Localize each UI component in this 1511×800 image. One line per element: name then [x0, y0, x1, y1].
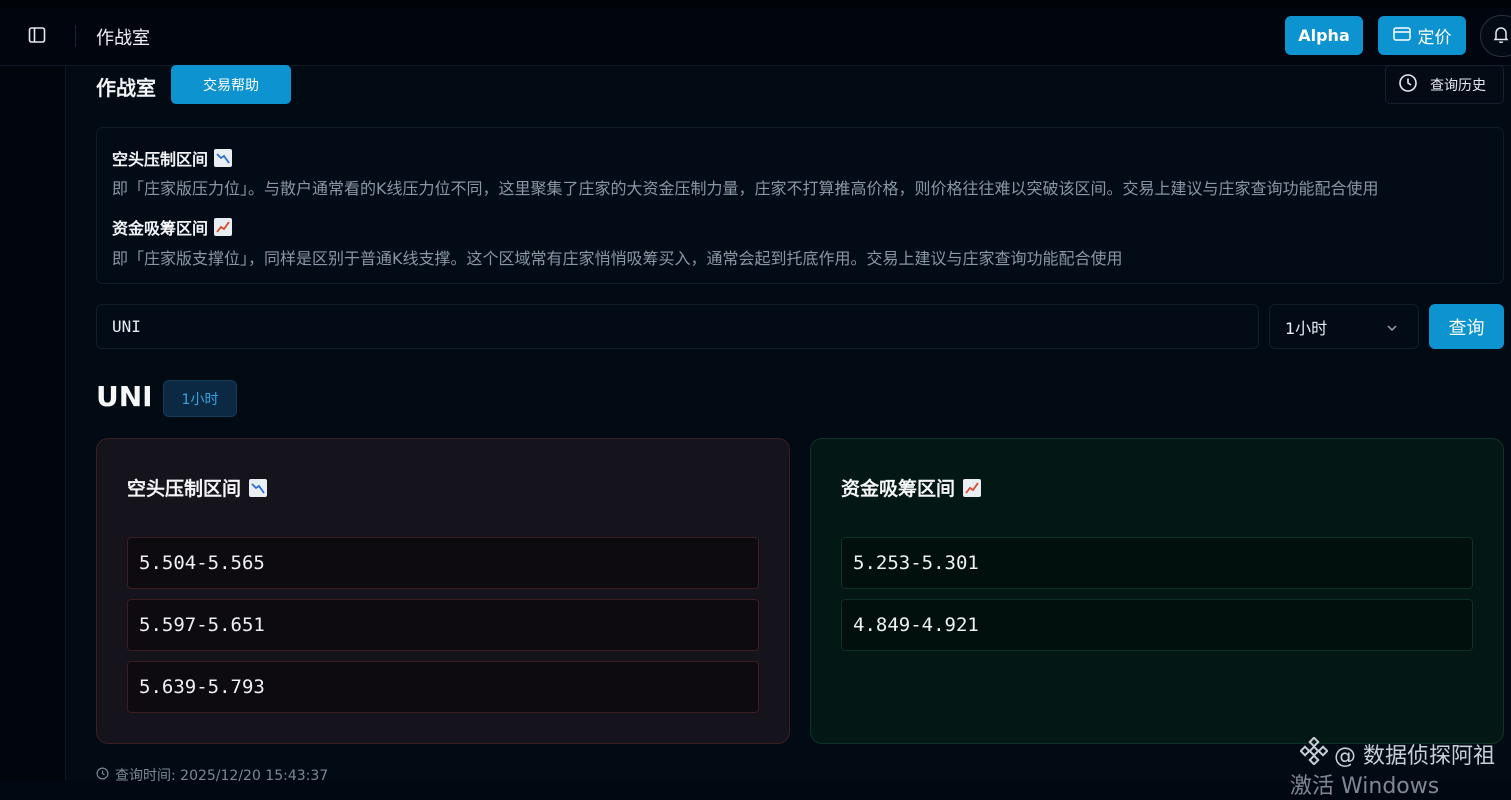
alpha-button[interactable]: Alpha [1285, 16, 1363, 55]
sidebar-toggle-icon[interactable] [26, 24, 48, 46]
query-button[interactable]: 查询 [1429, 304, 1504, 349]
resistance-info-title-text: 空头压制区间 [112, 150, 209, 169]
result-symbol: UNI [96, 380, 153, 413]
resistance-zone: 5.639-5.793 [127, 661, 759, 713]
bell-icon [1493, 26, 1509, 47]
resistance-zone: 5.597-5.651 [127, 599, 759, 651]
interval-select[interactable]: 1小时 [1269, 304, 1419, 349]
support-info-desc: 即「庄家版支撑位」，同样是区别于普通K线支撑。这个区域常有庄家悄悄吸筹买入，通常… [112, 249, 1123, 268]
interval-badge: 1小时 [163, 380, 237, 417]
chevron-down-icon [1386, 319, 1398, 338]
query-time-text: 查询时间: 2025/12/20 15:43:37 [115, 768, 329, 784]
support-info-title-text: 资金吸筹区间 [112, 219, 209, 238]
support-card-title-text: 资金吸筹区间 [841, 478, 956, 500]
resistance-zone: 5.504-5.565 [127, 537, 759, 589]
notification-button[interactable] [1480, 15, 1511, 57]
resistance-card-title: 空头压制区间 [127, 474, 268, 501]
chart-up-icon [963, 478, 982, 497]
support-info-title: 资金吸筹区间 [112, 215, 233, 239]
support-card: 资金吸筹区间 5.253-5.301 4.849-4.921 [810, 438, 1504, 744]
clock-icon [96, 767, 109, 784]
resistance-card-title-text: 空头压制区间 [127, 478, 242, 500]
binance-logo-icon [1299, 736, 1329, 771]
pricing-button[interactable]: 定价 [1378, 16, 1466, 55]
topbar-divider [75, 25, 76, 47]
top-bar: 作战室 Alpha 定价 [0, 0, 1511, 66]
trading-help-button[interactable]: 交易帮助 [171, 65, 291, 104]
info-panel: 空头压制区间 即「庄家版压力位」。与散户通常看的K线压力位不同，这里聚集了庄家的… [96, 127, 1504, 284]
interval-select-value: 1小时 [1285, 318, 1328, 338]
chart-up-icon [214, 218, 233, 236]
query-time: 查询时间: 2025/12/20 15:43:37 [96, 765, 328, 785]
resistance-info-title: 空头压制区间 [112, 146, 233, 170]
symbol-search-input[interactable] [96, 304, 1259, 349]
card-icon [1392, 26, 1411, 46]
app-title: 作战室 [96, 28, 150, 49]
resistance-info-desc: 即「庄家版压力位」。与散户通常看的K线压力位不同，这里聚集了庄家的大资金压制力量… [112, 179, 1379, 198]
watermark-text: @ 数据侦探阿祖 [1334, 744, 1495, 769]
top-strip [0, 0, 1511, 8]
chart-down-icon [214, 149, 233, 167]
query-history-button[interactable]: 查询历史 [1385, 65, 1504, 104]
resistance-card: 空头压制区间 5.504-5.565 5.597-5.651 5.639-5.7… [96, 438, 790, 744]
activate-windows-text: 激活 Windows [1290, 774, 1440, 799]
watermark: @ 数据侦探阿祖 [1299, 736, 1495, 771]
support-zone: 4.849-4.921 [841, 599, 1473, 651]
pricing-label: 定价 [1417, 28, 1452, 48]
chart-down-icon [249, 478, 268, 497]
clock-icon [1398, 73, 1418, 97]
history-label: 查询历史 [1430, 77, 1486, 94]
page-title: 作战室 [96, 76, 156, 100]
left-rail [0, 66, 66, 780]
support-zone: 5.253-5.301 [841, 537, 1473, 589]
support-card-title: 资金吸筹区间 [841, 474, 982, 501]
